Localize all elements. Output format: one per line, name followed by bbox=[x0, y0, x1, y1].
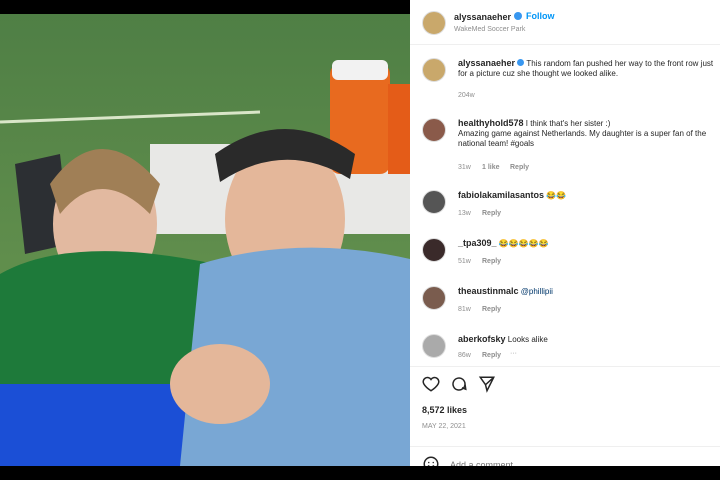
more-options-icon[interactable]: ··· bbox=[510, 350, 517, 357]
comment-text-block: fabiolakamilasantos 😂😂 bbox=[458, 190, 718, 201]
comment-item: theaustinmalc @phillipii 81w Reply bbox=[422, 286, 712, 320]
comment-time: 31w bbox=[458, 164, 471, 171]
author-avatar[interactable] bbox=[422, 11, 446, 35]
comment-text[interactable]: @phillipii bbox=[521, 287, 553, 296]
post-actions: 8,572 likes MAY 22, 2021 bbox=[410, 366, 720, 447]
comment-avatar[interactable] bbox=[422, 286, 446, 310]
comment-time: 86w bbox=[458, 352, 471, 359]
comment-text: Looks alike bbox=[507, 335, 548, 344]
comment-text-block: healthyhold578 I think that's her sister… bbox=[458, 118, 718, 149]
comment-avatar[interactable] bbox=[422, 118, 446, 142]
reply-button[interactable]: Reply bbox=[482, 306, 501, 313]
comment-text-continued: Amazing game against Netherlands. My dau… bbox=[458, 129, 707, 148]
comment-item: _tpa309_ 😂😂😂😂😂 51w Reply bbox=[422, 238, 712, 272]
post-header: alyssanaeher Follow WakeMed Soccer Park bbox=[410, 0, 720, 45]
caption-time: 204w bbox=[458, 92, 475, 99]
verified-badge-icon bbox=[514, 12, 522, 20]
reply-button[interactable]: Reply bbox=[482, 258, 501, 265]
caption-username[interactable]: alyssanaeher bbox=[458, 58, 515, 68]
comment-text-block: aberkofsky Looks alike bbox=[458, 334, 718, 345]
comment-avatar[interactable] bbox=[422, 334, 446, 358]
caption-text-block: alyssanaeher This random fan pushed her … bbox=[458, 58, 718, 79]
comment-username[interactable]: _tpa309_ bbox=[458, 238, 497, 248]
reply-button[interactable]: Reply bbox=[482, 210, 501, 217]
comment-username[interactable]: fabiolakamilasantos bbox=[458, 190, 544, 200]
post-photo bbox=[0, 14, 410, 466]
comment-text: 😂😂😂😂😂 bbox=[498, 239, 549, 248]
bottom-letterbox bbox=[0, 466, 720, 480]
post-photo-image bbox=[0, 14, 410, 466]
follow-button[interactable]: Follow bbox=[526, 11, 555, 21]
author-username[interactable]: alyssanaeher bbox=[454, 12, 511, 22]
verified-badge-icon bbox=[517, 59, 525, 66]
comment-text-block: _tpa309_ 😂😂😂😂😂 bbox=[458, 238, 718, 249]
comment-avatar[interactable] bbox=[422, 190, 446, 214]
comment-time: 81w bbox=[458, 306, 471, 313]
heart-icon[interactable] bbox=[422, 375, 440, 393]
likes-count[interactable]: 8,572 likes bbox=[422, 405, 467, 415]
comment-text-block: theaustinmalc @phillipii bbox=[458, 286, 718, 297]
caption: alyssanaeher This random fan pushed her … bbox=[422, 58, 713, 100]
comment-username[interactable]: healthyhold578 bbox=[458, 118, 524, 128]
comment-text: 😂😂 bbox=[546, 191, 567, 200]
caption-avatar[interactable] bbox=[422, 58, 446, 82]
post-side-panel: alyssanaeher Follow WakeMed Soccer Park … bbox=[410, 0, 720, 480]
comment-item: healthyhold578 I think that's her sister… bbox=[422, 118, 712, 173]
comment-username[interactable]: aberkofsky bbox=[458, 334, 506, 344]
comment-item: aberkofsky Looks alike 86w Reply ··· bbox=[422, 334, 712, 364]
comment-likes[interactable]: 1 like bbox=[482, 164, 500, 171]
share-icon[interactable] bbox=[478, 375, 496, 393]
comment-time: 13w bbox=[458, 210, 471, 217]
reply-button[interactable]: Reply bbox=[482, 352, 501, 359]
location-label[interactable]: WakeMed Soccer Park bbox=[454, 26, 525, 33]
comment-icon[interactable] bbox=[450, 375, 468, 393]
comment-time: 51w bbox=[458, 258, 471, 265]
reply-button[interactable]: Reply bbox=[510, 164, 529, 171]
comment-item: fabiolakamilasantos 😂😂 13w Reply bbox=[422, 190, 712, 224]
comment-avatar[interactable] bbox=[422, 238, 446, 262]
comment-text: I think that's her sister :) bbox=[525, 119, 611, 128]
post-date: MAY 22, 2021 bbox=[422, 423, 466, 430]
comment-username[interactable]: theaustinmalc bbox=[458, 286, 519, 296]
